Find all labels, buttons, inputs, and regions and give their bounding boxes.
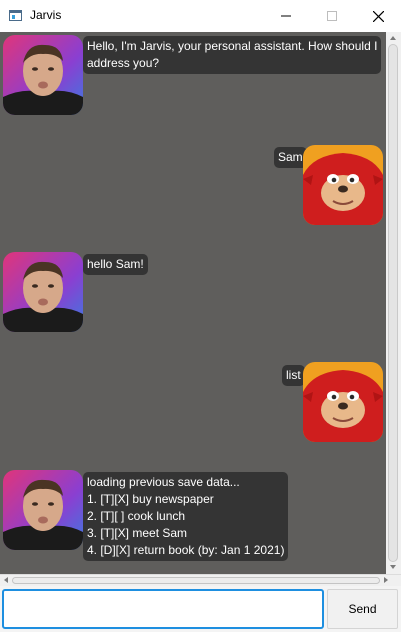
- user-message-bubble: list: [282, 365, 305, 386]
- minimize-button[interactable]: [263, 0, 309, 32]
- send-button[interactable]: Send: [327, 589, 398, 629]
- person-portrait-icon: [3, 470, 83, 550]
- person-portrait-icon: [3, 35, 83, 115]
- person-portrait-icon: [3, 252, 83, 332]
- vertical-scrollbar[interactable]: [386, 32, 401, 574]
- user-avatar: [303, 362, 383, 442]
- close-icon: [372, 10, 384, 22]
- message-input[interactable]: [2, 589, 324, 629]
- user-message-bubble: Sam: [274, 147, 307, 168]
- scroll-down-icon[interactable]: [390, 565, 396, 569]
- maximize-button[interactable]: [309, 0, 355, 32]
- close-button[interactable]: [355, 0, 401, 32]
- user-avatar: [303, 145, 383, 225]
- scroll-up-icon[interactable]: [390, 36, 396, 40]
- scroll-right-icon[interactable]: [384, 577, 388, 583]
- red-echidna-icon: [303, 362, 383, 442]
- bot-avatar: [3, 35, 83, 115]
- bot-message-bubble: loading previous save data... 1. [T][X] …: [83, 472, 289, 561]
- horizontal-scroll-thumb[interactable]: [12, 577, 380, 584]
- bot-avatar: [3, 470, 83, 550]
- bot-message-bubble: Hello, I'm Jarvis, your personal assista…: [83, 36, 382, 74]
- chat-area[interactable]: Hello, I'm Jarvis, your personal assista…: [0, 32, 386, 574]
- window-title: Jarvis: [30, 8, 62, 22]
- minimize-icon: [281, 15, 291, 17]
- maximize-icon: [327, 11, 337, 21]
- title-bar: Jarvis: [0, 0, 401, 33]
- input-bar: Send: [0, 586, 401, 632]
- scroll-left-icon[interactable]: [4, 577, 8, 583]
- red-echidna-icon: [303, 145, 383, 225]
- vertical-scroll-thumb[interactable]: [388, 44, 398, 562]
- bot-avatar: [3, 252, 83, 332]
- bot-message-bubble: hello Sam!: [83, 254, 148, 275]
- app-window-icon: [9, 10, 22, 21]
